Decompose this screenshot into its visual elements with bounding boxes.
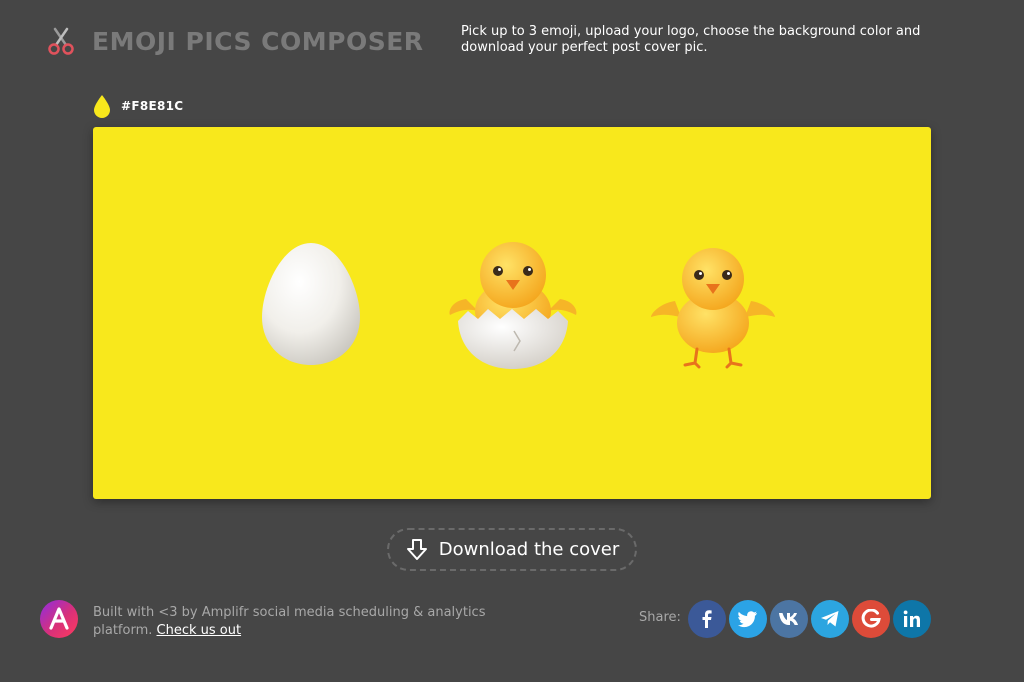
telegram-icon (821, 611, 839, 627)
share-telegram-button[interactable] (811, 600, 849, 638)
download-button[interactable]: Download the cover (387, 528, 637, 571)
baby-chick-emoji[interactable] (649, 243, 777, 369)
amplifr-logo-icon[interactable] (40, 600, 78, 638)
header: EMOJI PICS COMPOSER Pick up to 3 emoji, … (44, 22, 984, 62)
app-title: EMOJI PICS COMPOSER (92, 27, 424, 56)
share-linkedin-button[interactable] (893, 600, 931, 638)
share-label: Share: (639, 610, 681, 625)
download-arrow-icon (406, 538, 427, 560)
linkedin-icon (903, 610, 920, 627)
footer: Built with <3 by Amplifr social media sc… (40, 600, 940, 644)
share-vk-button[interactable] (770, 600, 808, 638)
download-label: Download the cover (438, 539, 620, 560)
check-us-out-link[interactable]: Check us out (157, 623, 242, 638)
color-picker[interactable]: #F8E81C (93, 94, 183, 118)
cover-canvas (93, 127, 931, 499)
built-with-text: Built with <3 by Amplifr social media sc… (93, 604, 493, 640)
vk-icon (779, 613, 798, 625)
tagline: Pick up to 3 emoji, upload your logo, ch… (461, 24, 921, 55)
share-twitter-button[interactable] (729, 600, 767, 638)
egg-emoji[interactable] (258, 239, 364, 369)
twitter-icon (738, 611, 757, 628)
scissors-icon (48, 27, 74, 55)
share-google-button[interactable] (852, 600, 890, 638)
facebook-icon (702, 610, 712, 628)
built-with-message: Built with <3 by Amplifr social media sc… (93, 605, 486, 638)
hatching-chick-emoji[interactable] (448, 235, 578, 371)
google-icon (861, 609, 881, 628)
share-facebook-button[interactable] (688, 600, 726, 638)
color-drop-icon[interactable] (93, 94, 111, 118)
color-hex-value[interactable]: #F8E81C (121, 99, 183, 113)
